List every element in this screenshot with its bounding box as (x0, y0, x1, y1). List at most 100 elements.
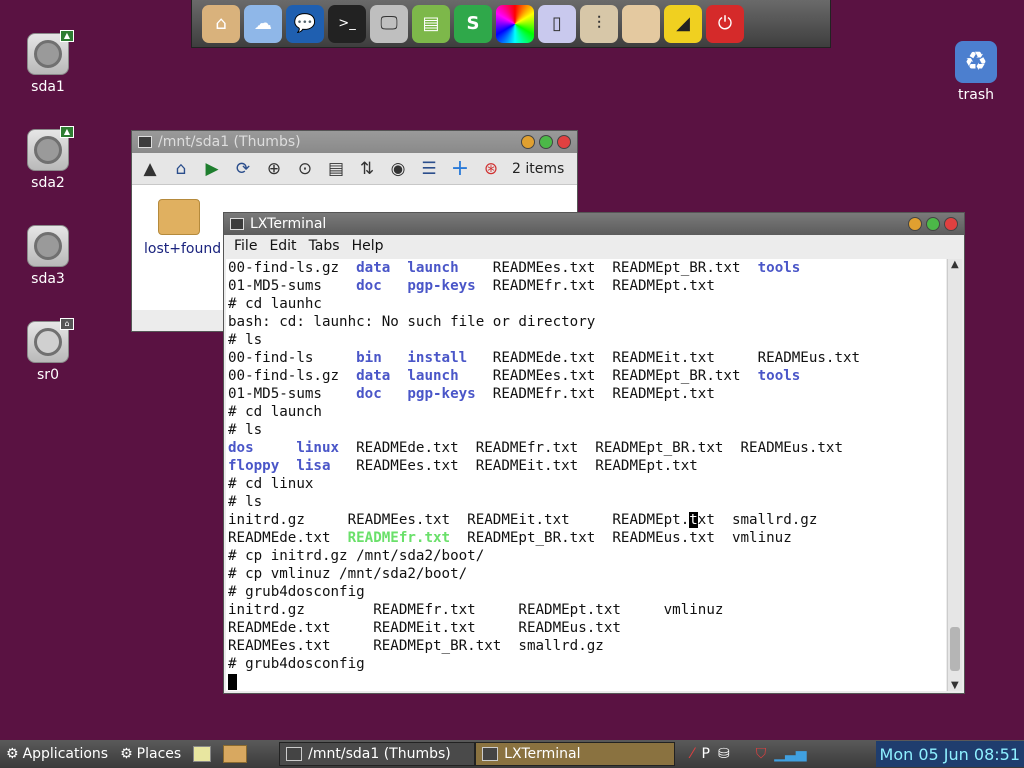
menu-tabs[interactable]: Tabs (309, 238, 340, 254)
details-view-icon[interactable]: ☰ (417, 157, 441, 181)
scroll-thumb[interactable] (950, 627, 960, 671)
terminal-text: tools (757, 260, 801, 276)
menu-help[interactable]: Help (352, 238, 384, 254)
clipboard-icon[interactable]: P (702, 746, 710, 762)
desktop-icon-trash[interactable]: ♻ trash (941, 41, 1011, 103)
terminal-output[interactable]: 00-find-ls.gz data launch READMEes.txt R… (226, 259, 946, 691)
text-editor-icon[interactable]: ▤ (412, 4, 450, 43)
terminal-text: dos (228, 440, 254, 456)
desktop-icon-label: trash (958, 87, 994, 103)
applications-menu[interactable]: ⚙ Applications (0, 740, 114, 768)
terminal-text: data (356, 260, 391, 276)
terminal-text: # grub4dosconfig (228, 584, 365, 600)
terminal-text: pgp-keys (407, 278, 476, 294)
terminal-text: READMEes.txt READMEpt_BR.txt (458, 368, 758, 384)
terminal-text: bin (356, 350, 382, 366)
terminal-text: floppy (228, 458, 280, 474)
terminal-line: # cp initrd.gz /mnt/sda2/boot/ (228, 547, 946, 565)
terminal-icon (482, 747, 499, 761)
show-desktop-button[interactable] (187, 740, 217, 768)
scroll-down-icon[interactable]: ▼ (951, 680, 959, 691)
desktop-icon-sr0[interactable]: ⌂ sr0 (13, 318, 83, 383)
chat-icon[interactable]: 💬 (286, 4, 324, 43)
scroll-up-icon[interactable]: ▲ (951, 259, 959, 270)
folder-icon (223, 745, 248, 763)
eye-icon[interactable]: ◉ (386, 157, 410, 181)
refresh-icon[interactable]: ⟳ (231, 157, 255, 181)
terminal-text: # cd launhc (228, 296, 322, 312)
optical-drive-icon: ⌂ (27, 318, 74, 363)
cpu-monitor-icon[interactable]: ▁▃▅ (774, 746, 806, 762)
terminal-text: lisa (296, 458, 331, 474)
terminal-text: READMEde.txt READMEfr.txt READMEpt_BR.tx… (339, 440, 844, 456)
drive-icon[interactable]: ⛁ (718, 746, 730, 762)
terminal-scrollbar[interactable]: ▲ ▼ (947, 259, 962, 691)
window-titlebar[interactable]: LXTerminal (224, 213, 964, 235)
terminal-text: # cd launch (228, 404, 322, 420)
play-icon[interactable]: ▶ (200, 157, 224, 181)
maximize-button[interactable] (539, 135, 553, 149)
terminal-text: READMEde.txt READMEit.txt READMEus.txt (228, 620, 621, 636)
zoom-in-icon[interactable]: ⊕ (262, 157, 286, 181)
terminal-text: tools (757, 368, 801, 384)
terminal-text: initrd.gz READMEfr.txt READMEpt.txt vmli… (228, 602, 724, 618)
document-icon[interactable]: ▯ (538, 4, 576, 43)
terminal-line: READMEes.txt READMEpt_BR.txt smallrd.gz (228, 637, 946, 655)
settings-icon[interactable]: ⫶ (580, 4, 618, 43)
terminal-text: 00-find-ls.gz (228, 260, 357, 276)
window-titlebar[interactable]: /mnt/sda1 (Thumbs) (132, 131, 577, 153)
desktop-icon-sda3[interactable]: sda3 (13, 225, 83, 287)
list-view-icon[interactable]: ▤ (324, 157, 348, 181)
terminal-text: t (689, 512, 698, 528)
zoom-fit-icon[interactable]: ⊙ (293, 157, 317, 181)
cloud-icon[interactable]: ☁ (244, 4, 282, 43)
color-picker-icon[interactable] (496, 4, 534, 43)
terminal-text: pgp-keys (407, 386, 476, 402)
blank-icon[interactable] (622, 4, 660, 43)
close-button[interactable] (557, 135, 571, 149)
minimize-button[interactable] (521, 135, 535, 149)
menu-edit[interactable]: Edit (269, 238, 296, 254)
spreadsheet-icon[interactable]: S (454, 4, 492, 43)
brightness-icon[interactable]: ◢ (664, 4, 702, 43)
applications-label: Applications (22, 746, 109, 762)
power-icon[interactable]: ⏻ (706, 4, 744, 43)
desktop-icon-sda1[interactable]: ▲ sda1 (13, 30, 83, 95)
up-arrow-icon[interactable]: ▲ (138, 157, 162, 181)
close-button[interactable] (944, 217, 958, 231)
task-lxterminal[interactable]: LXTerminal (475, 742, 676, 766)
places-menu[interactable]: ⚙ Places (114, 740, 187, 768)
terminal-icon[interactable]: >_ (328, 4, 366, 43)
add-icon[interactable]: + (448, 156, 472, 181)
monitor-icon[interactable]: 🖵 (370, 4, 408, 43)
firewall-icon[interactable]: ⛉ (756, 746, 767, 762)
network-icon[interactable]: ⁄ (691, 746, 693, 762)
hard-drive-icon: ▲ (27, 30, 74, 75)
window-title: LXTerminal (250, 216, 327, 232)
terminal-line: # grub4dosconfig (228, 583, 946, 601)
maximize-button[interactable] (926, 217, 940, 231)
home-icon[interactable]: ⌂ (169, 157, 193, 181)
home-folder-icon[interactable]: ⌂ (202, 4, 240, 43)
terminal-line: bash: cd: launhc: No such file or direct… (228, 313, 946, 331)
menu-file[interactable]: File (234, 238, 257, 254)
terminal-text: # cp initrd.gz /mnt/sda2/boot/ (228, 548, 485, 564)
terminal-text: READMEes.txt READMEit.txt READMEpt.txt (330, 458, 698, 474)
window-icon (286, 747, 303, 761)
lifebuoy-icon[interactable]: ⊛ (479, 157, 503, 181)
task-thumbs[interactable]: /mnt/sda1 (Thumbs) (279, 742, 476, 766)
terminal-text: # cp vmlinuz /mnt/sda2/boot/ (228, 566, 468, 582)
sort-icon[interactable]: ⇅ (355, 157, 379, 181)
places-label: Places (136, 746, 182, 762)
folder-item[interactable]: lost+found (144, 199, 221, 257)
minimize-button[interactable] (908, 217, 922, 231)
clock[interactable]: Mon 05 Jun 08:51 (875, 741, 1024, 767)
file-manager-launcher[interactable] (217, 740, 279, 768)
terminal-line: READMEde.txt READMEfr.txt READMEpt_BR.tx… (228, 529, 946, 547)
terminal-line: dos linux READMEde.txt READMEfr.txt READ… (228, 439, 946, 457)
terminal-line: # ls (228, 421, 946, 439)
desktop-icon-sda2[interactable]: ▲ sda2 (13, 126, 83, 191)
